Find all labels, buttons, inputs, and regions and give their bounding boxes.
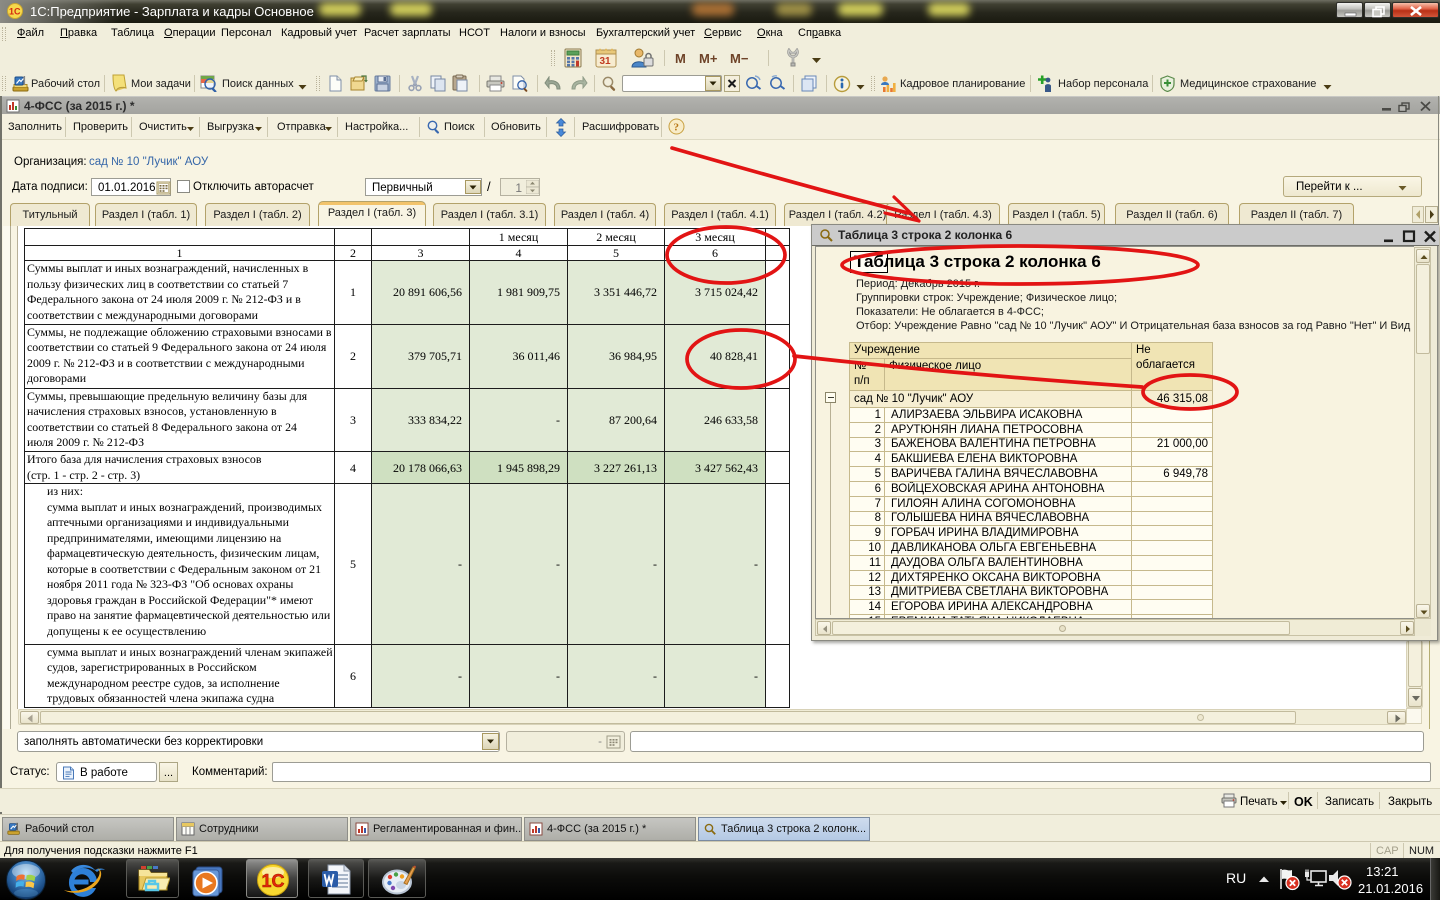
svg-text:1С: 1С — [9, 7, 21, 17]
svg-text:1С: 1С — [262, 871, 285, 891]
svg-text:?: ? — [674, 122, 680, 134]
svg-text:31: 31 — [600, 56, 612, 67]
